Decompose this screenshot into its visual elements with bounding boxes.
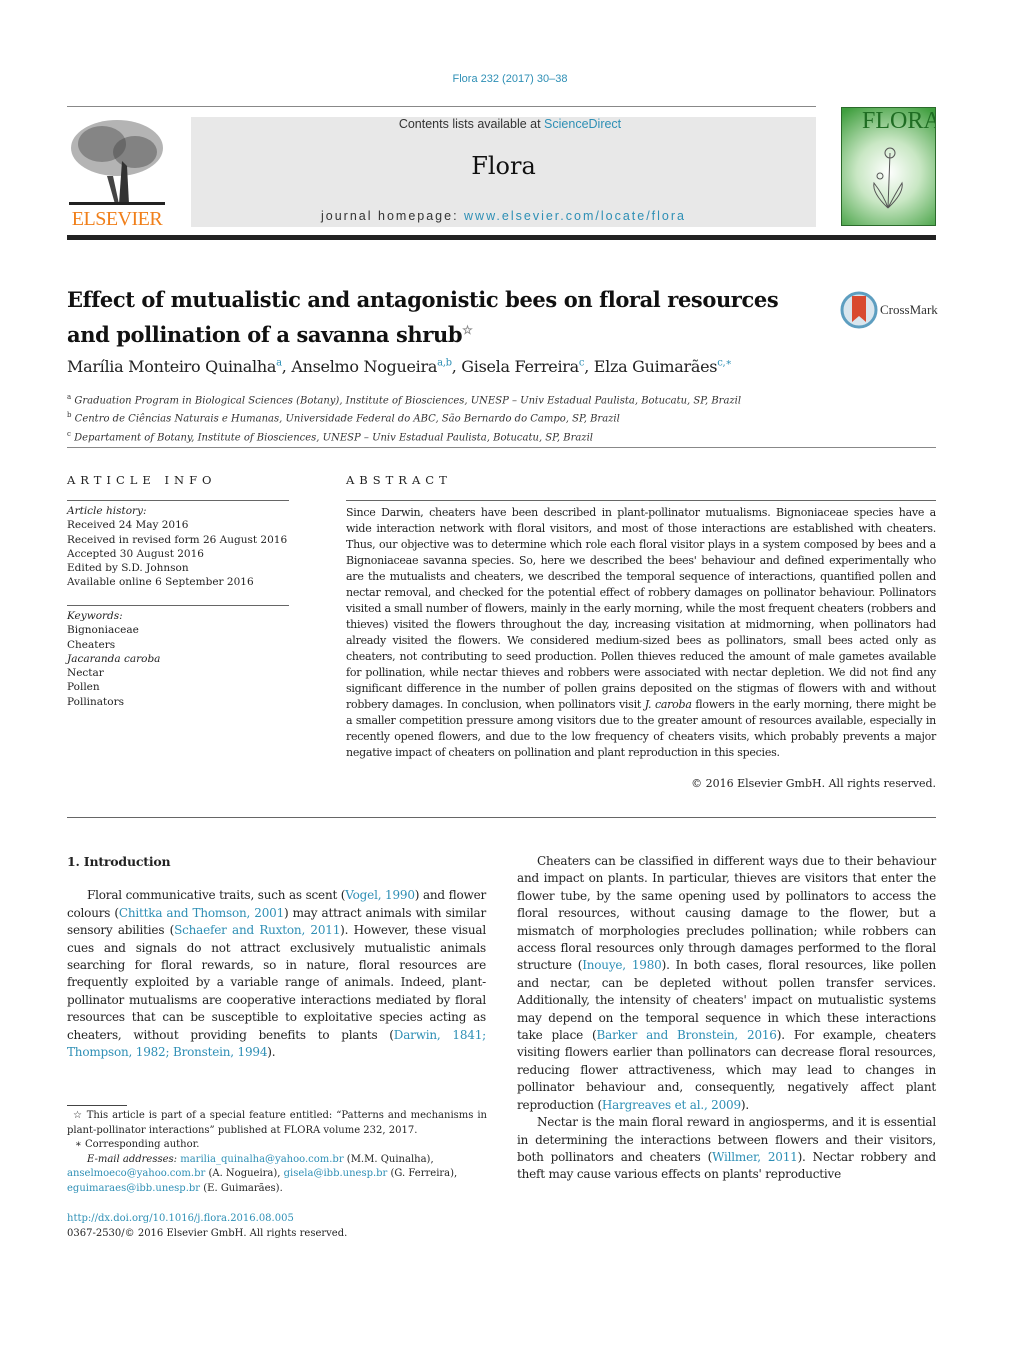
top-divider (67, 106, 816, 107)
affiliation-text: Graduation Program in Biological Science… (74, 395, 742, 407)
keywords-label: Keywords: (67, 610, 123, 622)
cover-plant-icon (873, 147, 903, 209)
keyword-item: Jacaranda caroba (67, 652, 161, 665)
body-paragraph: Cheaters can be classified in different … (517, 853, 936, 1114)
abstract-text: Since Darwin, cheaters have been describ… (346, 505, 936, 761)
body-divider (67, 817, 936, 818)
citation-link[interactable]: Inouye, 1980 (582, 958, 662, 972)
keywords-divider (67, 605, 289, 606)
keyword-item: Bignoniaceae (67, 624, 139, 637)
doi-link[interactable]: http://dx.doi.org/10.1016/j.flora.2016.0… (67, 1213, 294, 1224)
email-link[interactable]: gisela@ibb.unesp.br (284, 1168, 388, 1179)
body-column-left: 1. Introduction Floral communicative tra… (67, 853, 486, 1061)
body-text: Floral communicative traits, such as sce… (87, 888, 346, 903)
email-label: E-mail addresses: (87, 1153, 181, 1165)
elsevier-wordmark: ELSEVIER (71, 208, 163, 230)
history-item: Available online 6 September 2016 (67, 576, 254, 589)
body-text: ). However, these visual cues and signal… (67, 923, 487, 1042)
author-name[interactable]: Gisela Ferreira (461, 357, 579, 376)
email-addresses: E-mail addresses: marilia_quinalha@yahoo… (67, 1153, 487, 1197)
body-column-right: Cheaters can be classified in different … (517, 853, 936, 1184)
section-heading-introduction: 1. Introduction (67, 854, 171, 869)
citation-link[interactable]: Barker and Bronstein, 2016 (597, 1028, 777, 1042)
affiliation-divider (67, 447, 936, 448)
journal-name: Flora (471, 152, 536, 180)
doi-block: http://dx.doi.org/10.1016/j.flora.2016.0… (67, 1212, 487, 1241)
author-affiliation-mark[interactable]: a,b (437, 358, 452, 369)
email-link[interactable]: anselmoeco@yahoo.com.br (67, 1168, 205, 1179)
author-affiliation-mark[interactable]: c,∗ (717, 358, 732, 369)
species-name: J. caroba (644, 698, 692, 711)
keyword-item: Pollinators (67, 695, 125, 708)
history-label: Article history: (67, 505, 147, 517)
body-paragraph: Nectar is the main floral reward in angi… (517, 1114, 936, 1184)
title-footnote-mark[interactable]: ☆ (462, 323, 473, 337)
abstract-divider (346, 500, 936, 501)
email-link[interactable]: eguimaraes@ibb.unesp.br (67, 1183, 200, 1194)
affiliation-mark: c (67, 429, 71, 438)
citation-link[interactable]: Hargreaves et al., 2009 (602, 1098, 741, 1112)
abstract-text-part: Since Darwin, cheaters have been describ… (346, 506, 936, 711)
article-title: Effect of mutualistic and antagonistic b… (67, 285, 817, 350)
header-thick-divider (67, 235, 936, 240)
affiliation-text: Departament of Botany, Institute of Bios… (74, 431, 593, 443)
keyword-item: Cheaters (67, 638, 116, 651)
article-info-heading: ARTICLE INFO (67, 473, 217, 487)
email-owner: (M.M. Quinalha), (343, 1153, 434, 1165)
special-feature-footnote: ☆ This article is part of a special feat… (67, 1110, 487, 1136)
article-history: Article history: Received 24 May 2016 Re… (67, 504, 297, 590)
footnote-divider (67, 1105, 127, 1106)
journal-cover-image[interactable]: FLORA (841, 107, 936, 226)
affiliation-item: b Centro de Ciências Naturais e Humanas,… (67, 408, 947, 426)
journal-reference-link[interactable]: Flora 232 (2017) 30–38 (0, 73, 1020, 85)
journal-homepage-line: journal homepage: www.elsevier.com/locat… (191, 209, 816, 223)
issn-copyright: 0367-2530/© 2016 Elsevier GmbH. All righ… (67, 1227, 348, 1239)
email-owner: (G. Ferreira), (387, 1168, 458, 1179)
affiliation-text: Centro de Ciências Naturais e Humanas, U… (74, 413, 620, 425)
body-text: ). (740, 1097, 750, 1112)
affiliations: a Graduation Program in Biological Scien… (67, 390, 947, 445)
author-name[interactable]: Anselmo Nogueira (291, 357, 437, 376)
article-info-divider (67, 500, 289, 501)
sciencedirect-link[interactable]: ScienceDirect (544, 117, 621, 131)
crossmark-label[interactable]: CrossMark (880, 302, 938, 318)
footnotes: ☆ This article is part of a special feat… (67, 1109, 487, 1196)
citation-link[interactable]: Chittka and Thomson, 2001 (119, 906, 284, 920)
body-text: ). (267, 1045, 276, 1060)
keyword-item: Nectar (67, 667, 104, 680)
author-name[interactable]: Elza Guimarães (594, 357, 718, 376)
affiliation-item: c Departament of Botany, Institute of Bi… (67, 427, 947, 445)
email-link[interactable]: marilia_quinalha@yahoo.com.br (180, 1154, 343, 1165)
keyword-item: Pollen (67, 681, 100, 694)
history-item: Received in revised form 26 August 2016 (67, 533, 288, 546)
contents-prefix: Contents lists available at (398, 117, 545, 131)
author-name[interactable]: Marília Monteiro Quinalha (67, 357, 276, 376)
history-item: Edited by S.D. Johnson (67, 562, 189, 575)
citation-link[interactable]: Vogel, 1990 (345, 888, 415, 902)
history-item: Received 24 May 2016 (67, 519, 189, 532)
journal-homepage-link[interactable]: www.elsevier.com/locate/flora (464, 209, 686, 223)
citation-link[interactable]: Willmer, 2011 (712, 1150, 798, 1164)
corresponding-author-note: ∗ Corresponding author. (75, 1139, 200, 1150)
body-text: Cheaters can be classified in different … (517, 854, 936, 973)
affiliation-item: a Graduation Program in Biological Scien… (67, 390, 947, 408)
abstract-copyright: © 2016 Elsevier GmbH. All rights reserve… (691, 777, 936, 790)
author-list: Marília Monteiro Quinalhaa, Anselmo Nogu… (67, 357, 732, 376)
article-title-text: Effect of mutualistic and antagonistic b… (67, 287, 779, 347)
email-owner: (E. Guimarães). (200, 1182, 283, 1194)
body-paragraph: Floral communicative traits, such as sce… (67, 887, 486, 1061)
affiliation-mark: b (67, 411, 72, 420)
abstract-heading: ABSTRACT (346, 473, 452, 487)
author-affiliation-mark[interactable]: c (579, 358, 585, 369)
email-owner: (A. Nogueira), (205, 1168, 284, 1179)
homepage-prefix: journal homepage: (321, 209, 465, 223)
affiliation-mark: a (67, 393, 72, 401)
citation-link[interactable]: Schaefer and Ruxton, 2011 (174, 923, 340, 937)
author-affiliation-mark[interactable]: a (276, 358, 282, 369)
history-item: Accepted 30 August 2016 (67, 547, 204, 560)
keywords: Keywords: Bignoniaceae Cheaters Jacarand… (67, 609, 297, 709)
